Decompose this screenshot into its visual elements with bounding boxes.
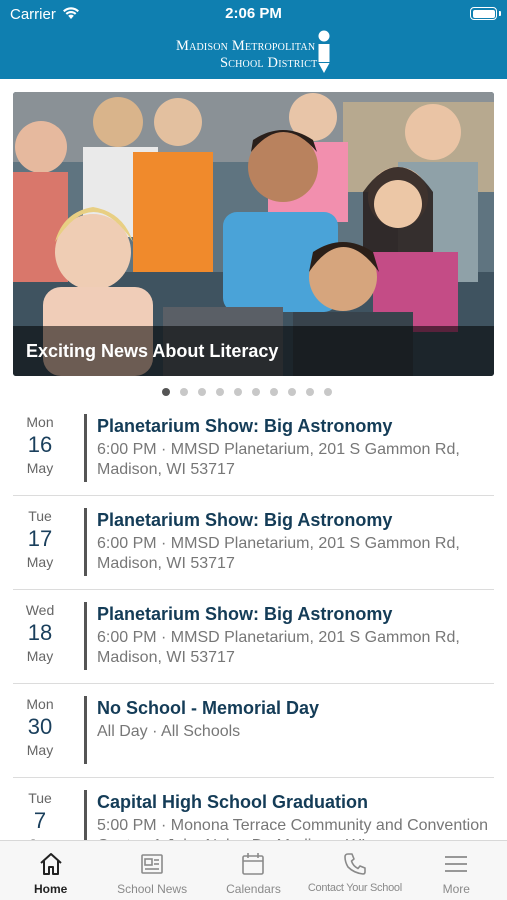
carousel-dot[interactable] — [324, 388, 332, 396]
calendar-icon — [242, 853, 265, 875]
phone-icon — [344, 853, 366, 875]
tab-bar: Home School News Calendars Contact Your … — [0, 840, 507, 900]
event-day: 18 — [27, 620, 53, 645]
tab-calendars[interactable]: Calendars — [203, 841, 304, 900]
event-weekday: Wed — [25, 602, 55, 618]
menu-icon — [445, 856, 468, 872]
carousel-dot[interactable] — [216, 388, 224, 396]
event-detail: 6:00 PM · MMSD Planetarium, 201 S Gammon… — [97, 535, 460, 572]
event-detail: All Day · All Schools — [97, 723, 241, 740]
event-month: May — [26, 460, 54, 476]
event-date: Mon 30 May — [13, 696, 67, 758]
carousel-dot[interactable] — [252, 388, 260, 396]
carousel-pagination[interactable] — [162, 388, 332, 398]
tab-more-label: More — [442, 882, 470, 896]
home-icon — [40, 853, 62, 875]
event-divider — [84, 602, 87, 670]
event-day: 30 — [27, 714, 53, 739]
logo-line-1: Madison Metropolitan — [176, 38, 316, 54]
battery-icon — [470, 7, 497, 20]
tab-school-news[interactable]: School News — [101, 841, 202, 900]
carousel-dot[interactable] — [306, 388, 314, 396]
carousel-dot[interactable] — [288, 388, 296, 396]
event-date: Tue 17 May — [13, 508, 67, 570]
hero-carousel[interactable]: Exciting News About Literacy — [13, 92, 494, 376]
app-header: Carrier 2:06 PM Madison Metropolitan Sch… — [0, 0, 507, 79]
tab-calendars-label: Calendars — [226, 882, 281, 896]
tab-contact-your-school[interactable]: Contact Your School — [304, 841, 405, 900]
event-month: May — [26, 742, 54, 758]
tab-contact-label: Contact Your School — [307, 882, 402, 894]
event-weekday: Tue — [28, 790, 52, 806]
event-title: No School - Memorial Day — [97, 698, 320, 718]
event-title: Planetarium Show: Big Astronomy — [97, 416, 393, 436]
event-title: Planetarium Show: Big Astronomy — [97, 510, 393, 530]
event-divider — [84, 508, 87, 576]
events-list: Mon 16 May Planetarium Show: Big Astronomy 6… — [13, 402, 494, 872]
event-weekday: Tue — [28, 508, 52, 524]
hero-caption: Exciting News About Literacy — [13, 326, 494, 376]
carousel-dot[interactable] — [270, 388, 278, 396]
carousel-dot[interactable] — [180, 388, 188, 396]
district-logo: Madison Metropolitan School District — [176, 30, 336, 74]
event-row[interactable]: Tue 17 May Planetarium Show: Big Astronomy 6… — [13, 496, 494, 590]
event-detail: 6:00 PM · MMSD Planetarium, 201 S Gammon… — [97, 629, 460, 666]
event-weekday: Mon — [26, 696, 54, 712]
carousel-dot[interactable] — [234, 388, 242, 396]
event-day: 17 — [27, 526, 53, 551]
tab-home[interactable]: Home — [0, 841, 101, 900]
news-icon — [141, 854, 163, 874]
event-date: Mon 16 May — [13, 414, 67, 476]
status-bar: Carrier 2:06 PM — [0, 0, 507, 28]
event-title: Capital High School Graduation — [97, 792, 369, 812]
event-row[interactable]: Wed 18 May Planetarium Show: Big Astronomy 6… — [13, 590, 494, 684]
event-row[interactable]: Mon 30 May No School - Memorial Day All Day … — [13, 684, 494, 778]
tab-school-news-label: School News — [117, 882, 188, 896]
logo-line-2: School District — [220, 55, 318, 71]
event-weekday: Mon — [26, 414, 54, 430]
event-detail: 6:00 PM · MMSD Planetarium, 201 S Gammon… — [97, 441, 460, 478]
tab-home-label: Home — [34, 882, 68, 896]
carousel-dot[interactable] — [198, 388, 206, 396]
event-row[interactable]: Mon 16 May Planetarium Show: Big Astronomy 6… — [13, 402, 494, 496]
event-date: Wed 18 May — [13, 602, 67, 664]
event-title: Planetarium Show: Big Astronomy — [97, 604, 393, 624]
event-month: May — [26, 648, 54, 664]
event-divider — [84, 696, 87, 764]
event-day: 16 — [27, 432, 53, 457]
logo-mark-icon — [318, 30, 330, 73]
carousel-dot[interactable] — [162, 388, 170, 396]
tab-more[interactable]: More — [406, 841, 507, 900]
event-divider — [84, 414, 87, 482]
event-month: May — [26, 554, 54, 570]
event-day: 7 — [33, 808, 47, 833]
status-time: 2:06 PM — [225, 5, 282, 22]
